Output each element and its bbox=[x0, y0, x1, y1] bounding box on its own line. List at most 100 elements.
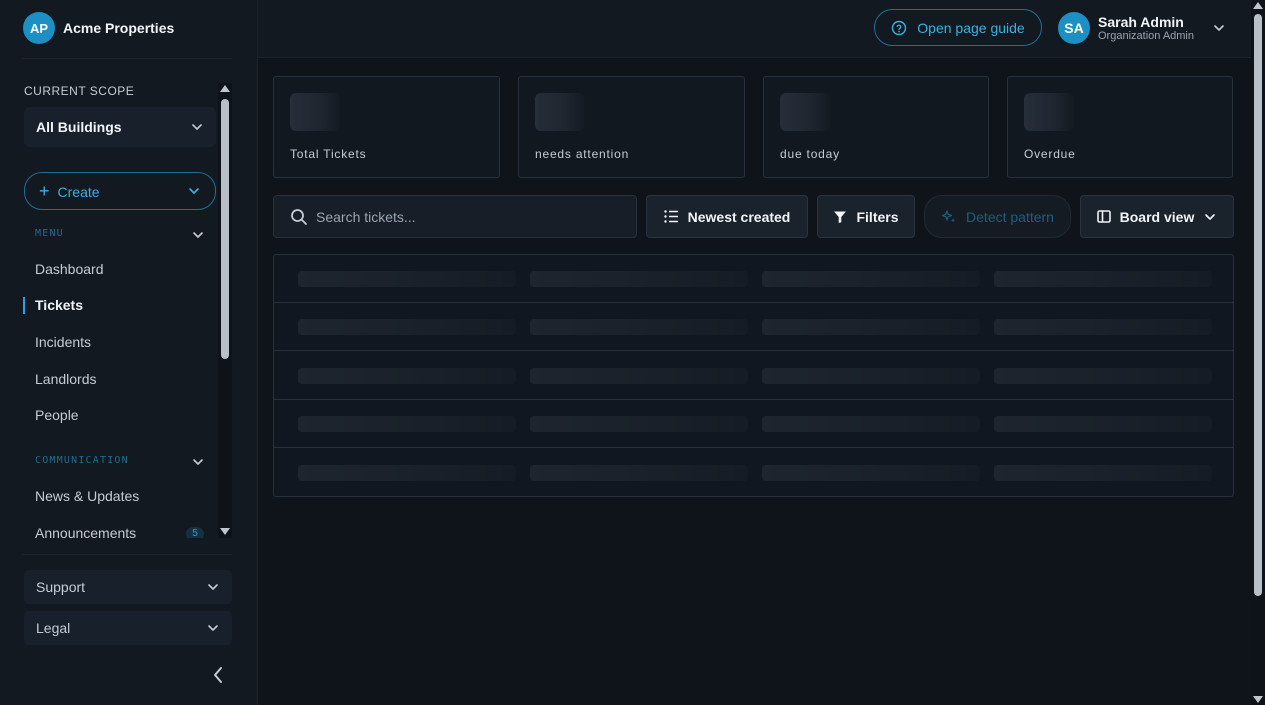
open-page-guide-label: Open page guide bbox=[917, 19, 1025, 36]
avatar: SA bbox=[1058, 12, 1090, 44]
skeleton-cell bbox=[530, 416, 748, 432]
chevron-down-icon bbox=[193, 459, 203, 465]
stat-value-skeleton bbox=[1024, 93, 1074, 131]
stat-card-overdue[interactable]: Overdue bbox=[1007, 76, 1233, 178]
table-row bbox=[274, 255, 1233, 303]
skeleton-cell bbox=[994, 271, 1212, 287]
table-row bbox=[274, 352, 1233, 400]
chevron-down-icon bbox=[192, 124, 202, 130]
table-row bbox=[274, 400, 1233, 448]
user-name: Sarah Admin bbox=[1098, 14, 1184, 30]
skeleton-cell bbox=[530, 271, 748, 287]
chevron-down-icon bbox=[208, 584, 218, 590]
scroll-down-icon[interactable] bbox=[1253, 696, 1263, 703]
sidebar-item-landlords[interactable]: Landlords bbox=[35, 371, 97, 387]
sidebar-item-news[interactable]: News & Updates bbox=[35, 488, 139, 504]
legal-dropdown[interactable]: Legal bbox=[24, 611, 232, 645]
skeleton-cell bbox=[762, 271, 980, 287]
sort-label: Newest created bbox=[687, 208, 791, 225]
sidebar-scrollbar[interactable] bbox=[218, 83, 232, 538]
skeleton-cell bbox=[530, 465, 748, 481]
section-menu-header[interactable]: MENU bbox=[35, 228, 205, 242]
chevron-left-icon bbox=[214, 667, 222, 683]
collapse-sidebar-button[interactable] bbox=[208, 664, 228, 686]
scroll-down-icon[interactable] bbox=[220, 528, 230, 535]
scope-value: All Buildings bbox=[36, 119, 122, 135]
tickets-table-loading bbox=[273, 254, 1234, 497]
user-menu[interactable]: SA Sarah Admin Organization Admin bbox=[1058, 12, 1226, 44]
scope-label: CURRENT SCOPE bbox=[24, 84, 135, 98]
create-button-content: + Create bbox=[39, 181, 100, 202]
plus-icon: + bbox=[39, 180, 50, 201]
brand-name: Acme Properties bbox=[63, 20, 175, 36]
page-scrollbar[interactable] bbox=[1251, 0, 1265, 705]
user-info: Sarah Admin Organization Admin bbox=[1098, 14, 1194, 42]
skeleton-cell bbox=[298, 319, 516, 335]
scroll-up-icon[interactable] bbox=[220, 85, 230, 92]
skeleton-cell bbox=[530, 368, 748, 384]
filters-label: Filters bbox=[856, 208, 899, 225]
scroll-thumb[interactable] bbox=[1254, 14, 1262, 596]
scroll-up-icon[interactable] bbox=[1253, 2, 1263, 9]
active-indicator bbox=[23, 297, 25, 314]
open-page-guide-button[interactable]: Open page guide bbox=[874, 9, 1042, 46]
support-dropdown[interactable]: Support bbox=[24, 570, 232, 604]
skeleton-cell bbox=[530, 319, 748, 335]
skeleton-cell bbox=[762, 319, 980, 335]
filters-button[interactable]: Filters bbox=[817, 195, 915, 238]
create-button[interactable]: + Create bbox=[24, 172, 216, 210]
skeleton-cell bbox=[762, 368, 980, 384]
section-communication-header[interactable]: COMMUNICATION bbox=[35, 455, 205, 469]
help-circle-icon bbox=[892, 20, 907, 35]
stat-label: Overdue bbox=[1024, 147, 1076, 161]
board-icon bbox=[1096, 210, 1111, 223]
brand[interactable]: AP Acme Properties bbox=[23, 12, 174, 44]
support-label: Support bbox=[36, 579, 86, 595]
sidebar-item-incidents[interactable]: Incidents bbox=[35, 334, 91, 350]
sparkle-icon bbox=[941, 209, 956, 222]
skeleton-cell bbox=[994, 319, 1212, 335]
sidebar-item-tickets[interactable]: Tickets bbox=[35, 297, 83, 313]
sidebar-item-dashboard[interactable]: Dashboard bbox=[35, 261, 104, 277]
brand-avatar: AP bbox=[23, 12, 55, 44]
scope-select[interactable]: All Buildings bbox=[24, 107, 216, 147]
stat-value-skeleton bbox=[535, 93, 585, 131]
skeleton-cell bbox=[762, 465, 980, 481]
sort-button[interactable]: Newest created bbox=[646, 195, 808, 238]
sidebar-item-people[interactable]: People bbox=[35, 407, 79, 423]
chevron-down-icon bbox=[193, 232, 203, 238]
stat-value-skeleton bbox=[290, 93, 340, 131]
divider bbox=[22, 58, 232, 59]
search-input[interactable] bbox=[316, 208, 616, 225]
stat-label: due today bbox=[780, 147, 840, 161]
skeleton-cell bbox=[994, 416, 1212, 432]
stat-card-needs-attention[interactable]: needs attention bbox=[518, 76, 745, 178]
scroll-thumb[interactable] bbox=[221, 99, 229, 359]
skeleton-cell bbox=[298, 465, 516, 481]
skeleton-cell bbox=[994, 368, 1212, 384]
skeleton-cell bbox=[762, 416, 980, 432]
section-menu-title: MENU bbox=[35, 228, 64, 239]
skeleton-cell bbox=[298, 368, 516, 384]
chevron-down-icon bbox=[208, 625, 218, 631]
legal-label: Legal bbox=[36, 620, 71, 636]
stat-card-total[interactable]: Total Tickets bbox=[273, 76, 500, 178]
view-toggle-button[interactable]: Board view bbox=[1080, 195, 1234, 238]
stat-value-skeleton bbox=[780, 93, 830, 131]
skeleton-cell bbox=[298, 271, 516, 287]
chevron-down-icon bbox=[189, 188, 199, 194]
search-icon bbox=[291, 208, 307, 225]
view-label: Board view bbox=[1119, 208, 1195, 225]
sidebar: AP Acme Properties CURRENT SCOPE All Bui… bbox=[0, 0, 258, 705]
chevron-down-icon bbox=[1214, 25, 1224, 31]
table-row bbox=[274, 303, 1233, 351]
divider bbox=[22, 554, 232, 555]
nav-scroll-mask bbox=[0, 538, 232, 554]
user-role: Organization Admin bbox=[1098, 30, 1194, 42]
stat-label: Total Tickets bbox=[290, 147, 367, 161]
stat-card-due-today[interactable]: due today bbox=[763, 76, 989, 178]
skeleton-cell bbox=[298, 416, 516, 432]
chevron-down-icon bbox=[1205, 213, 1216, 220]
detect-pattern-button[interactable]: Detect pattern bbox=[924, 195, 1071, 238]
stat-label: needs attention bbox=[535, 147, 630, 161]
